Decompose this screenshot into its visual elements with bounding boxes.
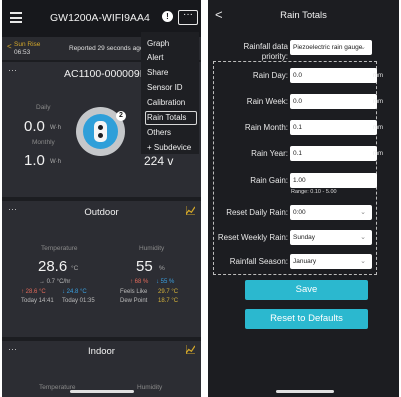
reset-weekly-rain-select[interactable]: Sunday ⌄ xyxy=(290,230,372,245)
outdoor-temperature-value: 28.6 xyxy=(38,258,68,275)
menu-item-graph[interactable]: Graph xyxy=(145,37,197,51)
feels-like-label: Feels Like xyxy=(120,289,148,295)
home-indicator xyxy=(70,390,134,393)
rain-day-input[interactable]: 0.0 xyxy=(290,68,377,83)
temperature-high: ↑ 28.6 °C xyxy=(21,289,46,295)
page-title: Rain Totals xyxy=(280,10,327,21)
outdoor-humidity-unit: % xyxy=(159,265,165,272)
menu-item-alert[interactable]: Alert xyxy=(145,51,197,65)
priority-select[interactable]: Piezoelectric rain gauge ⌄ xyxy=(290,40,372,55)
menu-item-subdevice[interactable]: + Subdevice xyxy=(145,141,197,155)
card-dots-icon[interactable]: ··· xyxy=(8,65,17,75)
temperature-low-time: Today 01:35 xyxy=(62,298,95,304)
outdoor-temperature-label: Temperature xyxy=(41,245,78,252)
rain-week-input[interactable]: 0.0 xyxy=(290,94,377,109)
chevron-down-icon: ⌄ xyxy=(360,258,366,265)
rain-gain-range: Range: 0.10 - 5.00 xyxy=(291,189,337,195)
rain-month-unit: mm xyxy=(373,125,383,131)
menu-item-sensor-id[interactable]: Sensor ID xyxy=(145,81,197,95)
outdoor-card: ··· Outdoor Temperature 28.6 °C → 0.7 °C… xyxy=(2,201,201,337)
menu-item-rain-totals[interactable]: Rain Totals xyxy=(145,111,197,125)
indoor-title: Indoor xyxy=(88,346,115,357)
outdoor-humidity-value: 55 xyxy=(136,258,153,275)
reset-daily-rain-select-value: 0:00 xyxy=(293,209,306,216)
more-options-button[interactable]: ··· xyxy=(178,10,198,25)
step-badge: 2 xyxy=(116,111,126,121)
monthly-energy-unit: W·h xyxy=(50,159,61,165)
rain-year-unit: mm xyxy=(373,151,383,157)
sunrise-time: 06:53 xyxy=(14,49,31,56)
reset-weekly-rain-select-value: Sunday xyxy=(293,234,316,241)
daily-energy-value: 0.0 xyxy=(24,118,45,135)
sunrise-label: Sun Rise xyxy=(14,41,41,48)
reset-defaults-button[interactable]: Reset to Defaults xyxy=(245,309,368,329)
rainfall-season-label: Rainfall Season: xyxy=(229,257,288,266)
priority-label-line1: Rainfall data xyxy=(243,42,288,51)
temperature-high-time: Today 14:41 xyxy=(21,298,54,304)
chart-icon[interactable] xyxy=(186,206,195,215)
chevron-down-icon: ⌄ xyxy=(360,209,366,216)
chevron-down-icon: ⌄ xyxy=(360,44,366,51)
rainfall-season-select[interactable]: January ⌄ xyxy=(290,254,372,269)
alert-icon[interactable]: ! xyxy=(162,11,173,22)
feels-like-value: 29.7 °C xyxy=(158,289,179,295)
humidity-low: ↓ 55 % xyxy=(156,279,175,285)
reset-daily-rain-select[interactable]: 0:00 ⌄ xyxy=(290,205,372,220)
rainfall-season-select-value: January xyxy=(293,258,317,265)
menu-item-calibration[interactable]: Calibration xyxy=(145,96,197,110)
humidity-high: ↑ 68 % xyxy=(130,279,149,285)
rain-gain-label: Rain Gain: xyxy=(250,176,288,185)
save-button[interactable]: Save xyxy=(245,280,368,300)
chevron-down-icon: ⌄ xyxy=(360,234,366,241)
rain-week-label: Rain Week: xyxy=(246,97,288,106)
priority-select-value: Piezoelectric rain gauge xyxy=(293,44,363,51)
reset-daily-rain-label: Reset Daily Rain: xyxy=(226,208,288,217)
monthly-energy-value: 1.0 xyxy=(24,152,45,169)
outdoor-humidity-label: Humidity xyxy=(139,245,165,252)
indoor-humidity-label: Humidity xyxy=(137,384,163,391)
rain-month-input[interactable]: 0.1 xyxy=(290,120,377,135)
rain-day-label: Rain Day: xyxy=(252,71,288,80)
rain-month-label: Rain Month: xyxy=(244,123,288,132)
dew-point-label: Dew Point xyxy=(120,298,148,304)
top-bar: < Rain Totals xyxy=(208,0,399,29)
gateway-title: GW1200A-WIFI9AA4 xyxy=(50,12,150,24)
daily-label: Daily xyxy=(36,104,51,111)
menu-item-others[interactable]: Others xyxy=(145,126,197,140)
hamburger-menu-icon[interactable] xyxy=(10,12,22,23)
last-reported-text: Reported 29 seconds ago xyxy=(69,45,144,52)
rain-day-unit: mm xyxy=(373,73,383,79)
chart-icon[interactable] xyxy=(186,345,195,354)
plug-device-name: AC1100-000009D1 xyxy=(64,68,154,80)
monthly-label: Monthly xyxy=(32,139,55,146)
home-indicator xyxy=(276,390,334,393)
rain-gain-input[interactable]: 1.00 xyxy=(290,173,377,188)
temperature-trend: → 0.7 °C/hr xyxy=(39,279,71,285)
weather-app-main-screen: GW1200A-WIFI9AA4 ! ··· < Sun Rise 06:53 … xyxy=(2,0,201,397)
priority-label-line2: priority: xyxy=(261,52,288,61)
rain-year-input[interactable]: 0.1 xyxy=(290,146,377,161)
temperature-low: ↓ 24.8 °C xyxy=(62,289,87,295)
device-dropdown-menu: Graph Alert Share Sensor ID Calibration Rain … xyxy=(141,32,199,154)
reset-weekly-rain-label: Reset Weekly Rain: xyxy=(217,233,288,242)
rain-week-unit: mm xyxy=(373,99,383,105)
menu-item-share[interactable]: Share xyxy=(145,66,197,80)
back-chevron-icon[interactable]: < xyxy=(7,42,12,51)
outdoor-temperature-unit: °C xyxy=(71,265,79,272)
daily-energy-unit: W·h xyxy=(50,125,61,131)
outdoor-title: Outdoor xyxy=(84,207,119,218)
indoor-card: ··· Indoor Temperature Humidity xyxy=(2,341,201,397)
voltage-value: 224 v xyxy=(144,154,174,168)
rain-totals-screen: < Rain Totals Rainfall data priority: Pi… xyxy=(208,0,399,397)
rain-year-label: Rain Year: xyxy=(251,149,288,158)
dew-point-value: 18.7 °C xyxy=(158,298,179,304)
